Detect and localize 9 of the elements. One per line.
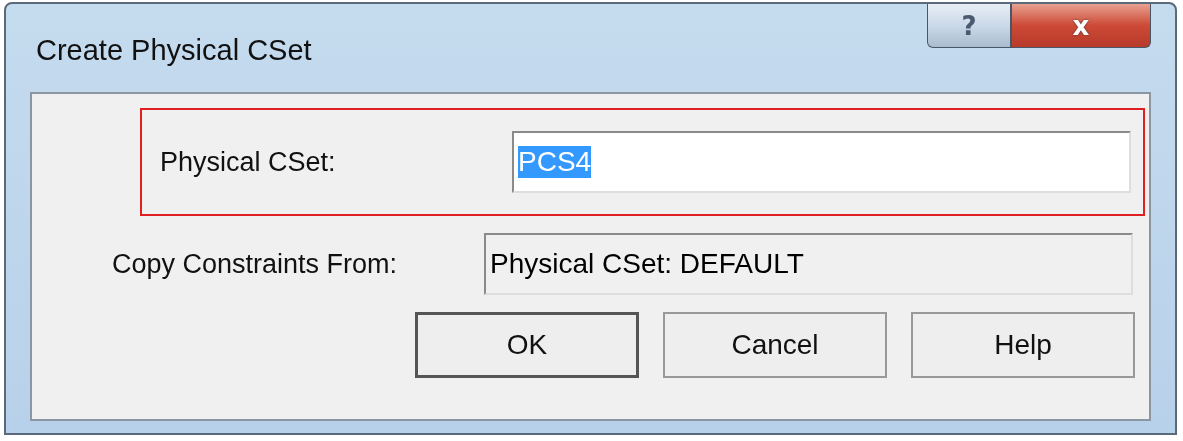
dialog-button[interactable]: Help bbox=[911, 312, 1135, 378]
dialog-button[interactable]: OK bbox=[415, 312, 639, 378]
dialog-button[interactable]: Cancel bbox=[663, 312, 887, 378]
field-label: Copy Constraints From: bbox=[112, 248, 399, 280]
window-title: Create Physical CSet bbox=[36, 34, 312, 67]
close-button[interactable]: x bbox=[1011, 4, 1151, 48]
input-field[interactable]: Physical CSet: DEFAULT bbox=[484, 233, 1133, 295]
help-button[interactable]: ? bbox=[927, 4, 1011, 48]
field-label: Physical CSet: bbox=[160, 146, 337, 178]
